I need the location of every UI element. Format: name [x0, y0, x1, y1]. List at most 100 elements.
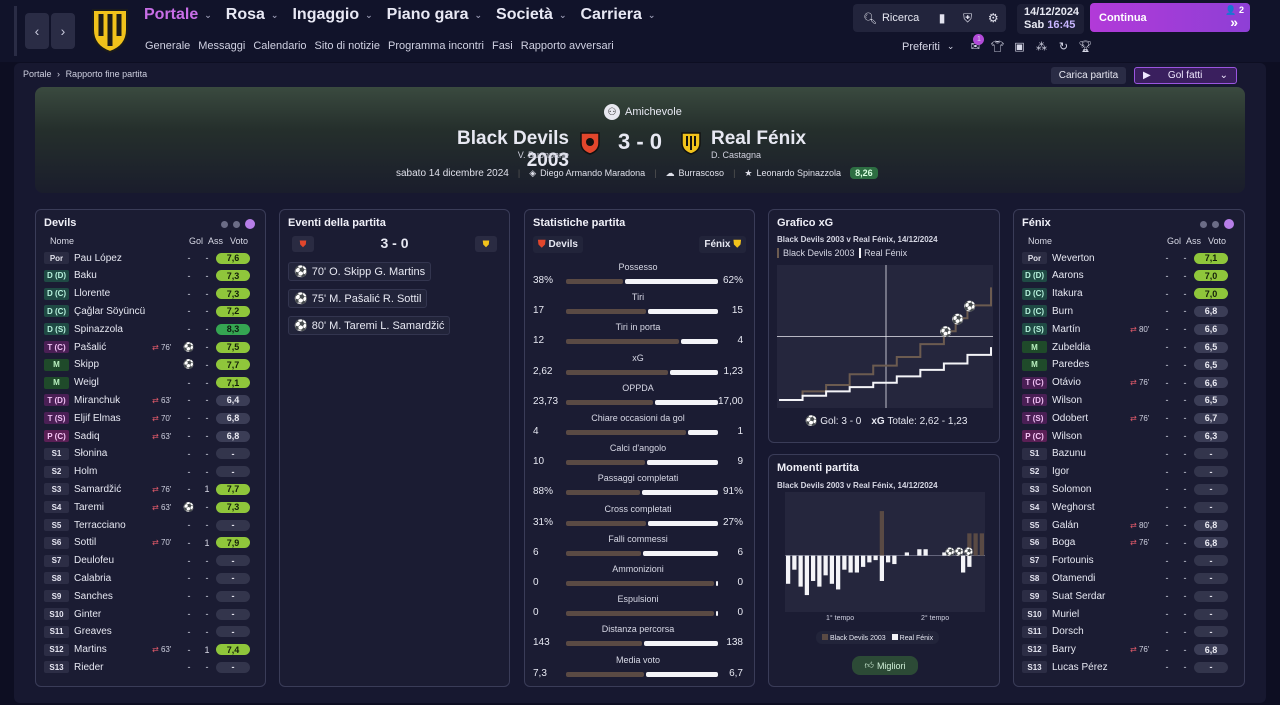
- player-name[interactable]: Eljif Elmas: [74, 413, 152, 424]
- player-row[interactable]: T (S) Eljif Elmas ⇄ 70' - -6,8: [44, 410, 256, 426]
- bookmark-icon[interactable]: ▮: [929, 6, 955, 30]
- player-row[interactable]: S13 Rieder - - -: [44, 659, 256, 675]
- col-ass[interactable]: Ass: [1186, 236, 1201, 246]
- col-voto[interactable]: Voto: [1208, 236, 1226, 246]
- player-name[interactable]: Weverton: [1052, 253, 1130, 264]
- player-name[interactable]: Çağlar Söyüncü: [74, 306, 152, 317]
- player-row[interactable]: S12 Barry ⇄ 76' - -6,8: [1022, 642, 1234, 658]
- player-row[interactable]: S11 Greaves - - -: [44, 624, 256, 640]
- player-name[interactable]: Taremi: [74, 502, 152, 513]
- player-name[interactable]: Samardžić: [74, 484, 152, 495]
- player-row[interactable]: S5 Galán ⇄ 80' - -6,8: [1022, 517, 1234, 533]
- player-row[interactable]: S6 Boga ⇄ 76' - -6,8: [1022, 535, 1234, 551]
- player-row[interactable]: S1 Słonina - - -: [44, 446, 256, 462]
- player-row[interactable]: S6 Sottil ⇄ 70' - 1 7,9: [44, 535, 256, 551]
- player-name[interactable]: Terracciano: [74, 520, 152, 531]
- player-name[interactable]: Greaves: [74, 626, 152, 637]
- player-row[interactable]: S5 Terracciano - - -: [44, 517, 256, 533]
- player-row[interactable]: S10 Ginter - - -: [44, 606, 256, 622]
- player-row[interactable]: T (D) Wilson - -6,5: [1022, 392, 1234, 408]
- player-name[interactable]: Słonina: [74, 448, 152, 459]
- best-players-button[interactable]: 👍︎ Migliori: [852, 656, 918, 675]
- gear-icon[interactable]: ⚙: [980, 6, 1006, 30]
- player-row[interactable]: S13 Lucas Pérez - - -: [1022, 659, 1234, 675]
- chevron-down-icon[interactable]: ⌄: [947, 41, 955, 52]
- search-button[interactable]: 🔍︎ Ricerca: [853, 6, 929, 30]
- player-name[interactable]: Miranchuk: [74, 395, 152, 406]
- player-row[interactable]: M Paredes - -6,5: [1022, 357, 1234, 373]
- player-name[interactable]: Spinazzola: [74, 324, 152, 335]
- player-name[interactable]: Burn: [1052, 306, 1130, 317]
- player-name[interactable]: Aarons: [1052, 270, 1130, 281]
- away-team-name[interactable]: Real Fénix: [711, 128, 806, 150]
- player-row[interactable]: M Weigl - -7,1: [44, 375, 256, 391]
- player-name[interactable]: Boga: [1052, 537, 1130, 548]
- player-row[interactable]: Por Weverton - -7,1: [1022, 250, 1234, 266]
- refresh-icon[interactable]: ↻: [1054, 40, 1072, 53]
- player-row[interactable]: T (D) Miranchuk ⇄ 63' - -6,4: [44, 392, 256, 408]
- player-row[interactable]: T (S) Odobert ⇄ 76' - -6,7: [1022, 410, 1234, 426]
- player-row[interactable]: S4 Taremi ⇄ 63' ⚽ -7,3: [44, 499, 256, 515]
- player-name[interactable]: Solomon: [1052, 484, 1130, 495]
- submenu-item[interactable]: Generale: [145, 40, 190, 52]
- player-name[interactable]: Igor: [1052, 466, 1130, 477]
- back-button[interactable]: ‹: [25, 13, 49, 49]
- player-row[interactable]: S8 Otamendi - - -: [1022, 570, 1234, 586]
- breadcrumb-portal[interactable]: Portale: [23, 69, 52, 79]
- player-name[interactable]: Pau López: [74, 253, 152, 264]
- event-item[interactable]: ⚽ 70' O. Skipp G. Martins: [288, 262, 432, 281]
- player-row[interactable]: S12 Martins ⇄ 63' - 1 7,4: [44, 642, 256, 658]
- player-row[interactable]: T (C) Pašalić ⇄ 76' ⚽ -7,5: [44, 339, 256, 355]
- player-name[interactable]: Rieder: [74, 662, 152, 673]
- player-name[interactable]: Sadiq: [74, 431, 152, 442]
- submenu-item[interactable]: Messaggi: [198, 40, 245, 52]
- col-ass[interactable]: Ass: [208, 236, 223, 246]
- player-name[interactable]: Suat Serdar: [1052, 591, 1130, 602]
- player-row[interactable]: D (S) Spinazzola - -8,3: [44, 321, 256, 337]
- player-name[interactable]: Llorente: [74, 288, 152, 299]
- player-row[interactable]: P (C) Wilson - -6,3: [1022, 428, 1234, 444]
- col-name[interactable]: Nome: [1028, 236, 1052, 246]
- player-name[interactable]: Skipp: [74, 359, 152, 370]
- date-box[interactable]: 14/12/2024 Sab 16:45: [1017, 4, 1084, 34]
- event-item[interactable]: ⚽ 80' M. Taremi L. Samardžić: [288, 316, 451, 335]
- player-row[interactable]: S2 Holm - - -: [44, 464, 256, 480]
- player-name[interactable]: Lucas Pérez: [1052, 662, 1130, 673]
- player-name[interactable]: Martins: [74, 644, 152, 655]
- dot-icon[interactable]: [1212, 220, 1219, 228]
- shield-icon[interactable]: ⛨: [955, 6, 981, 30]
- player-name[interactable]: Sanches: [74, 591, 152, 602]
- player-name[interactable]: Martín: [1052, 324, 1130, 335]
- player-name[interactable]: Wilson: [1052, 431, 1130, 442]
- event-item[interactable]: ⚽ 75' M. Pašalić R. Sottil: [288, 289, 428, 308]
- player-row[interactable]: Por Pau López - -7,6: [44, 250, 256, 266]
- player-name[interactable]: Otamendi: [1052, 573, 1130, 584]
- player-row[interactable]: S7 Fortounis - - -: [1022, 553, 1234, 569]
- player-row[interactable]: S10 Muriel - - -: [1022, 606, 1234, 622]
- player-name[interactable]: Otávio: [1052, 377, 1130, 388]
- player-row[interactable]: S4 Weghorst - - -: [1022, 499, 1234, 515]
- dot-active-icon[interactable]: [1224, 219, 1234, 229]
- player-row[interactable]: D (D) Baku - -7,3: [44, 268, 256, 284]
- player-row[interactable]: D (S) Martín ⇄ 80' - -6,6: [1022, 321, 1234, 337]
- player-name[interactable]: Sottil: [74, 537, 152, 548]
- player-name[interactable]: Paredes: [1052, 359, 1130, 370]
- player-name[interactable]: Holm: [74, 466, 152, 477]
- player-name[interactable]: Calabria: [74, 573, 152, 584]
- player-row[interactable]: P (C) Sadiq ⇄ 63' - -6,8: [44, 428, 256, 444]
- col-gol[interactable]: Gol: [189, 236, 203, 246]
- menu-item-portale[interactable]: Portale ⌄: [144, 6, 212, 24]
- player-row[interactable]: S3 Solomon - - -: [1022, 481, 1234, 497]
- shirt-icon[interactable]: 👕︎: [988, 40, 1006, 53]
- player-row[interactable]: S9 Sanches - - -: [44, 588, 256, 604]
- player-name[interactable]: Barry: [1052, 644, 1130, 655]
- menu-item-carriera[interactable]: Carriera ⌄: [581, 6, 656, 24]
- col-voto[interactable]: Voto: [230, 236, 248, 246]
- player-row[interactable]: S3 Samardžić ⇄ 76' - 1 7,7: [44, 481, 256, 497]
- load-match-button[interactable]: Carica partita: [1051, 67, 1126, 84]
- menu-item-società[interactable]: Società ⌄: [496, 6, 566, 24]
- player-name[interactable]: Bazunu: [1052, 448, 1130, 459]
- player-name[interactable]: Zubeldia: [1052, 342, 1130, 353]
- messages-icon[interactable]: ✉ 1: [966, 34, 985, 53]
- favorites-label[interactable]: Preferiti: [902, 41, 940, 53]
